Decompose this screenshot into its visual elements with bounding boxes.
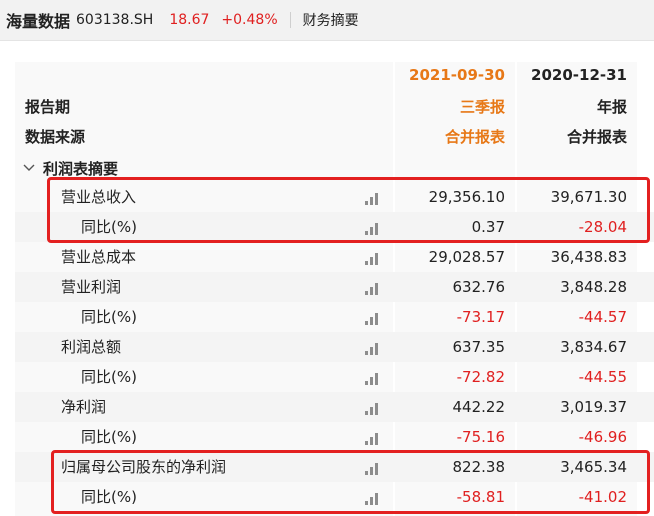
row-label-source: 数据来源 [25, 128, 86, 146]
section-title: 利润表摘要 [43, 160, 119, 178]
bar-chart-icon[interactable] [365, 341, 381, 355]
table-row: 同比(%) -73.17 -44.57 [15, 302, 654, 332]
row-label: 同比(%) [81, 308, 137, 326]
bar-chart-icon[interactable] [365, 401, 381, 415]
tab-financial-summary[interactable]: 财务摘要 [303, 10, 359, 30]
bar-chart-icon[interactable] [365, 311, 381, 325]
row-label: 营业总收入 [61, 188, 137, 206]
bar-chart-icon[interactable] [365, 371, 381, 385]
value-column-2: -28.04 [578, 218, 627, 236]
section-income-statement[interactable]: 利润表摘要 [15, 154, 654, 182]
row-label: 营业利润 [61, 278, 122, 296]
bar-chart-icon[interactable] [365, 431, 381, 445]
row-label: 同比(%) [81, 428, 137, 446]
value-column-1: 442.22 [452, 398, 506, 416]
row-label: 利润总额 [61, 338, 122, 356]
value-column-2: 3,834.67 [560, 338, 627, 356]
column-2-period-type: 年报 [596, 98, 627, 116]
row-label: 同比(%) [81, 368, 137, 386]
table-row: 营业利润 632.76 3,848.28 [15, 272, 654, 302]
bar-chart-icon[interactable] [365, 461, 381, 475]
chevron-down-icon[interactable] [23, 163, 35, 173]
stock-code: 603138.SH [76, 12, 154, 28]
row-label: 净利润 [61, 398, 107, 416]
bar-chart-icon[interactable] [365, 221, 381, 235]
row-label: 同比(%) [81, 218, 137, 236]
financial-summary-table: 2021-09-30 2020-12-31 报告期 三季报 年报 数据来源 合并… [15, 62, 654, 516]
value-column-2: -44.55 [578, 368, 627, 386]
column-1-source: 合并报表 [444, 128, 505, 146]
value-column-1: -75.16 [456, 428, 505, 446]
value-column-1: 0.37 [471, 218, 505, 236]
value-column-1: -72.82 [456, 368, 505, 386]
stock-price: 18.67 [169, 12, 210, 28]
value-column-1: 29,356.10 [428, 188, 505, 206]
value-column-2: 3,465.34 [560, 458, 627, 476]
row-label: 营业总成本 [61, 248, 137, 266]
bar-chart-icon[interactable] [365, 251, 381, 265]
value-column-2: 3,848.28 [560, 278, 627, 296]
header-divider [289, 12, 291, 28]
stock-name: 海量数据 [6, 12, 71, 31]
table-row: 同比(%) -75.16 -46.96 [15, 422, 654, 452]
table-row: 营业总收入 29,356.10 39,671.30 [15, 182, 654, 212]
bar-chart-icon[interactable] [365, 191, 381, 205]
value-column-1: 637.35 [452, 338, 506, 356]
value-column-1: 29,028.57 [428, 248, 505, 266]
table-row: 归属母公司股东的净利润 822.38 3,465.34 [15, 452, 654, 482]
value-column-2: -46.96 [578, 428, 627, 446]
table-row: 同比(%) -58.81 -41.02 [15, 482, 654, 512]
value-column-2: 3,019.37 [560, 398, 627, 416]
row-label: 归属母公司股东的净利润 [61, 458, 227, 476]
bar-chart-icon[interactable] [365, 491, 381, 505]
value-column-2: 36,438.83 [550, 248, 627, 266]
value-column-1: 822.38 [452, 458, 506, 476]
bar-chart-icon[interactable] [365, 281, 381, 295]
table-row: 利润总额 637.35 3,834.67 [15, 332, 654, 362]
table-row: 同比(%) -72.82 -44.55 [15, 362, 654, 392]
value-column-1: 632.76 [452, 278, 506, 296]
stock-change: +0.48% [221, 12, 278, 28]
column-1-period-type: 三季报 [459, 98, 505, 116]
value-column-1: -73.17 [456, 308, 505, 326]
table-row: 净利润 442.22 3,019.37 [15, 392, 654, 422]
table-row: 营业总成本 29,028.57 36,438.83 [15, 242, 654, 272]
value-column-1: -58.81 [456, 488, 505, 506]
value-column-2: -44.57 [578, 308, 627, 326]
column-2-source: 合并报表 [566, 128, 627, 146]
column-2-date: 2020-12-31 [531, 66, 627, 84]
column-1-date: 2021-09-30 [409, 66, 505, 84]
quote-header: 海量数据 603138.SH 18.67 +0.48% 财务摘要 [0, 0, 654, 41]
value-column-2: 39,671.30 [550, 188, 627, 206]
value-column-2: -41.02 [578, 488, 627, 506]
row-label: 同比(%) [81, 488, 137, 506]
table-row: 同比(%) 0.37 -28.04 [15, 212, 654, 242]
row-label-period: 报告期 [25, 98, 71, 116]
